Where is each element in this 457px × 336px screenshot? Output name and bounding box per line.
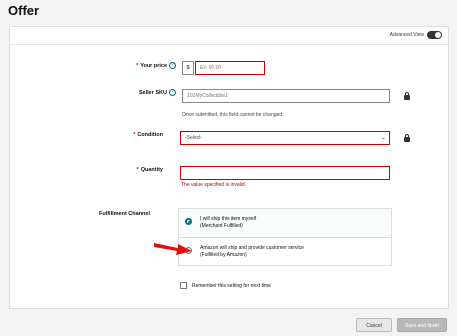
price-placeholder: Ex: 50.00 xyxy=(200,65,222,71)
page-title: Offer xyxy=(8,3,40,18)
remember-label: Remember this setting for next time xyxy=(192,283,271,289)
option-line1: Amazon will ship and provide customer se… xyxy=(200,245,304,251)
fulfillment-options: I will ship this item myself (Merchant F… xyxy=(178,208,392,266)
quantity-error: The value specified is invalid. xyxy=(181,182,247,188)
chevron-down-icon: ⌄ xyxy=(380,135,386,141)
help-icon[interactable]: ? xyxy=(169,62,176,69)
required-mark: * xyxy=(133,132,136,138)
option-line1: I will ship this item myself xyxy=(200,216,257,222)
price-label: Your price xyxy=(140,62,167,69)
quantity-label-row: * Quantity xyxy=(43,167,163,173)
sku-hint: Once submitted, this field cannot be cha… xyxy=(182,112,283,118)
toggle-knob xyxy=(435,32,441,38)
sku-input[interactable]: 101MyCollectible1 xyxy=(182,89,390,103)
sku-label-row: Seller SKU? xyxy=(56,89,176,96)
advanced-view-toggle-group: Advanced View xyxy=(390,31,442,39)
remember-checkbox[interactable] xyxy=(180,282,187,289)
save-and-finish-button[interactable]: Save and finish xyxy=(397,318,447,332)
condition-select[interactable]: -Select- ⌄ xyxy=(180,131,390,145)
required-mark: * xyxy=(136,62,139,69)
radio-merchant-fulfilled[interactable] xyxy=(185,218,192,225)
quantity-label: Quantity xyxy=(140,167,163,173)
currency-symbol: $ xyxy=(182,61,194,75)
fulfillment-option-amazon[interactable]: Amazon will ship and provide customer se… xyxy=(179,238,391,267)
condition-label: Condition xyxy=(137,132,163,138)
fulfillment-label: Fulfillment Channel xyxy=(98,211,150,217)
option-line2: (Merchant Fulfilled) xyxy=(200,223,243,229)
lock-icon xyxy=(404,134,410,142)
fulfillment-option-merchant[interactable]: I will ship this item myself (Merchant F… xyxy=(179,209,391,238)
advanced-view-toggle[interactable] xyxy=(427,31,442,39)
option-text: Amazon will ship and provide customer se… xyxy=(200,245,304,259)
option-text: I will ship this item myself (Merchant F… xyxy=(200,216,256,230)
lock-icon xyxy=(404,92,410,100)
quantity-input[interactable] xyxy=(180,166,390,180)
help-icon[interactable]: ? xyxy=(169,89,176,96)
condition-value: -Select- xyxy=(185,135,203,141)
option-line2: (Fulfilled by Amazon) xyxy=(200,252,247,258)
sku-label: Seller SKU xyxy=(138,89,167,96)
price-input[interactable]: Ex: 50.00 xyxy=(195,61,265,75)
red-arrow-annotation-icon xyxy=(154,243,192,255)
condition-label-row: * Condition xyxy=(43,132,163,138)
price-label-row: * Your price? xyxy=(56,62,176,69)
sku-placeholder: 101MyCollectible1 xyxy=(187,93,228,99)
advanced-view-label: Advanced View xyxy=(389,32,424,38)
cancel-button[interactable]: Cancel xyxy=(356,318,392,332)
panel-topbar: Advanced View xyxy=(10,27,448,45)
required-mark: * xyxy=(136,167,139,173)
